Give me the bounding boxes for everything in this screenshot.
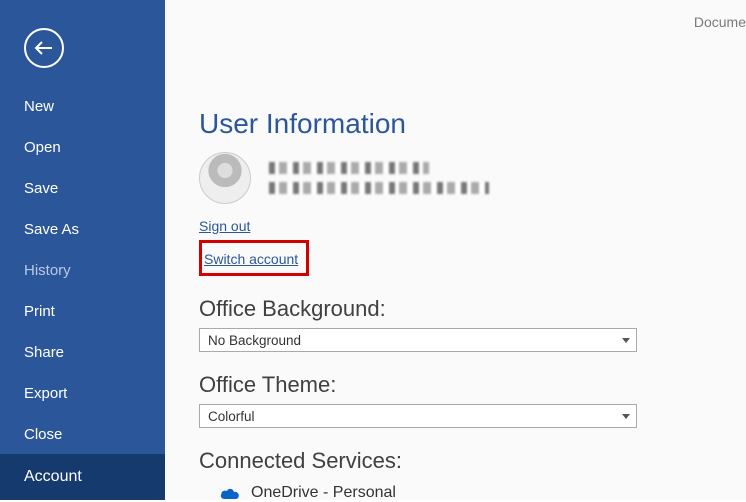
- office-background-dropdown[interactable]: No Background: [199, 328, 637, 352]
- cloud-icon: [219, 486, 241, 500]
- sidebar-item-account[interactable]: Account: [0, 454, 165, 500]
- redacted-email: [269, 182, 489, 194]
- service-label: OneDrive - Personal: [251, 484, 396, 502]
- document-title-partial: Docume: [694, 14, 746, 30]
- sidebar-item-history[interactable]: History: [0, 250, 165, 291]
- chevron-down-icon: [622, 338, 630, 343]
- user-row: [199, 152, 718, 204]
- back-button[interactable]: [24, 28, 64, 68]
- sidebar-item-share[interactable]: Share: [0, 332, 165, 373]
- avatar: [199, 152, 251, 204]
- user-information-heading: User Information: [199, 108, 718, 140]
- redacted-name: [269, 162, 429, 174]
- main-panel: Docume User Information Sign out Switch …: [165, 0, 746, 500]
- sidebar-item-print[interactable]: Print: [0, 291, 165, 332]
- switch-account-highlight: Switch account: [199, 240, 309, 276]
- office-theme-heading: Office Theme:: [199, 372, 718, 398]
- arrow-left-icon: [34, 40, 54, 56]
- sidebar-item-open[interactable]: Open: [0, 127, 165, 168]
- sidebar: New Open Save Save As History Print Shar…: [0, 0, 165, 500]
- service-onedrive: OneDrive - Personal: [199, 484, 718, 502]
- sidebar-item-save-as[interactable]: Save As: [0, 209, 165, 250]
- office-theme-value: Colorful: [208, 409, 255, 424]
- sidebar-item-save[interactable]: Save: [0, 168, 165, 209]
- sign-out-link[interactable]: Sign out: [199, 218, 250, 234]
- sidebar-item-new[interactable]: New: [0, 86, 165, 127]
- redacted-user-info: [269, 162, 489, 194]
- office-theme-dropdown[interactable]: Colorful: [199, 404, 637, 428]
- office-background-heading: Office Background:: [199, 296, 718, 322]
- office-background-value: No Background: [208, 333, 301, 348]
- sidebar-item-close[interactable]: Close: [0, 414, 165, 455]
- switch-account-link[interactable]: Switch account: [204, 251, 298, 267]
- chevron-down-icon: [622, 414, 630, 419]
- sidebar-item-export[interactable]: Export: [0, 373, 165, 414]
- connected-services-heading: Connected Services:: [199, 448, 718, 474]
